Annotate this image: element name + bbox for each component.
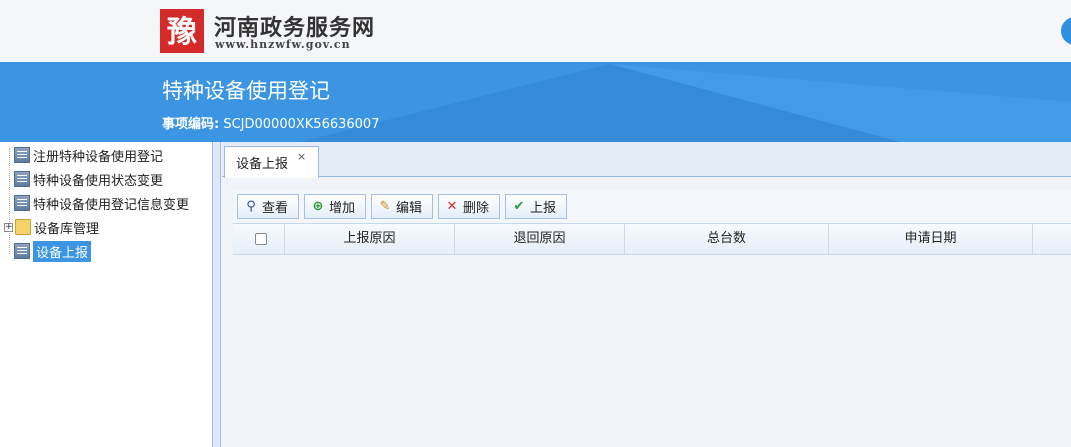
document-icon — [14, 243, 30, 259]
pencil-icon: ✎ — [379, 198, 391, 214]
page-title: 特种设备使用登记 — [162, 79, 330, 103]
edit-button[interactable]: ✎ 编辑 — [371, 194, 433, 219]
tree-connector-lines — [9, 148, 10, 254]
tab-equipment-report[interactable]: 设备上报 × — [224, 146, 319, 178]
add-button[interactable]: ⊕ 增加 — [304, 194, 366, 219]
column-header-total-units[interactable]: 总台数 — [625, 224, 829, 254]
tree-item-label: 注册特种设备使用登记 — [33, 149, 164, 165]
item-code: 事项编码: SCJD00000XK56636007 — [162, 113, 379, 132]
column-header-return-reason[interactable]: 退回原因 — [455, 224, 625, 254]
column-header-report-reason[interactable]: 上报原因 — [285, 224, 455, 254]
tab-strip: 设备上报 × — [222, 142, 1071, 178]
grid-header: 上报原因 退回原因 总台数 申请日期 — [233, 223, 1071, 255]
tree-item-info-change[interactable]: 特种设备使用登记信息变更 — [14, 193, 189, 213]
tree-item-status-change[interactable]: 特种设备使用状态变更 — [14, 169, 163, 189]
document-icon — [14, 195, 30, 211]
column-header-apply-date[interactable]: 申请日期 — [829, 224, 1033, 254]
svg-text:豫: 豫 — [167, 15, 197, 50]
delete-icon: ✕ — [446, 198, 458, 214]
select-all-cell — [233, 224, 285, 254]
navigation-tree: 注册特种设备使用登记 特种设备使用状态变更 特种设备使用登记信息变更 + 设备库… — [0, 142, 213, 447]
tree-item-label: 特种设备使用状态变更 — [33, 173, 164, 189]
site-header: 豫 河南政务服务网 www.hnzwfw.gov.cn — [0, 0, 1071, 62]
site-url: www.hnzwfw.gov.cn — [215, 38, 351, 51]
add-icon: ⊕ — [312, 198, 324, 214]
column-header-extra — [1033, 224, 1071, 254]
folder-icon — [15, 219, 31, 235]
add-button-label: 增加 — [329, 201, 356, 216]
tree-item-equipment-report[interactable]: 设备上报 — [14, 240, 92, 262]
page-banner: 特种设备使用登记 事项编码: SCJD00000XK56636007 — [0, 62, 1071, 142]
view-button[interactable]: ⚲ 查看 — [237, 194, 299, 219]
panel-splitter[interactable] — [213, 142, 221, 447]
tree-item-register[interactable]: 注册特种设备使用登记 — [14, 145, 163, 165]
item-code-label: 事项编码: — [162, 117, 220, 132]
expand-icon[interactable]: + — [4, 222, 13, 232]
document-icon — [14, 171, 30, 187]
report-button[interactable]: ✔ 上报 — [505, 194, 567, 219]
site-logo-icon[interactable]: 豫 — [160, 9, 204, 53]
grid-toolbar: ⚲ 查看 ⊕ 增加 ✎ 编辑 ✕ 删除 ✔ 上报 — [233, 190, 1071, 223]
document-icon — [14, 147, 30, 163]
edit-button-label: 编辑 — [396, 201, 423, 216]
tree-item-label: 设备上报 — [33, 240, 92, 262]
tree-item-label: 设备库管理 — [34, 221, 100, 237]
banner-decoration — [300, 64, 1071, 142]
report-button-label: 上报 — [530, 201, 557, 216]
search-icon: ⚲ — [246, 198, 256, 214]
item-code-value: SCJD00000XK56636007 — [223, 117, 380, 132]
user-menu-button[interactable] — [1061, 17, 1071, 45]
grid-body — [233, 255, 1071, 447]
tab-label: 设备上报 — [236, 157, 289, 172]
check-icon: ✔ — [513, 198, 525, 214]
tree-item-label: 特种设备使用登记信息变更 — [33, 197, 190, 213]
close-icon[interactable]: × — [297, 150, 306, 163]
select-all-checkbox[interactable] — [255, 233, 267, 245]
delete-button[interactable]: ✕ 删除 — [438, 194, 500, 219]
view-button-label: 查看 — [262, 201, 289, 216]
tree-item-equipment-library[interactable]: + 设备库管理 — [4, 217, 99, 237]
delete-button-label: 删除 — [463, 201, 490, 216]
